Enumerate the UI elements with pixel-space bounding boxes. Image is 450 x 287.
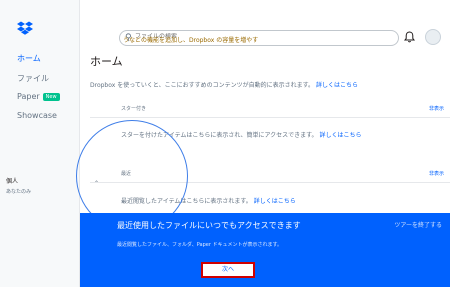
starred-section-label: スター付き (121, 106, 147, 112)
next-button[interactable]: 次へ (201, 262, 255, 278)
recent-hide-link[interactable]: 非表示 (429, 170, 444, 177)
sidebar-item-files[interactable]: ファイル (17, 73, 49, 84)
tour-panel: 最近使用したファイルにいつでもアクセスできます 最近閲覧したファイル、フォルダ、… (80, 213, 450, 287)
divider (90, 117, 450, 118)
sidebar-item-home[interactable]: ホーム (17, 53, 41, 64)
promo-text[interactable]: うなどの機能を追加し、Dropbox の容量を増やす (123, 35, 258, 44)
tour-title: 最近使用したファイルにいつでもアクセスできます (117, 221, 301, 230)
starred-details-link[interactable]: 詳しくはこちら (319, 132, 361, 139)
intro-text: Dropbox を使っていくと、ここにおすすめのコンテンツが自動的に表示されます… (90, 80, 358, 89)
sidebar-item-label: Paper (17, 92, 40, 101)
page-title: ホーム (90, 55, 123, 68)
sidebar-item-paper[interactable]: Paper New (17, 92, 60, 101)
sidebar: ホーム ファイル Paper New Showcase 個人 あなたのみ ⌃ (0, 0, 99, 287)
recent-details-link[interactable]: 詳しくはこちら (254, 198, 296, 205)
starred-hide-link[interactable]: 非表示 (429, 105, 444, 112)
details-link[interactable]: 詳しくはこちら (316, 82, 358, 89)
end-tour-link[interactable]: ツアーを終了する (394, 220, 442, 229)
new-badge: New (42, 92, 60, 101)
dropbox-logo-icon[interactable] (17, 20, 33, 36)
avatar[interactable] (425, 29, 441, 45)
intro-message: Dropbox を使っていくと、ここにおすすめのコンテンツが自動的に表示されます… (90, 82, 315, 89)
tour-body: 最近閲覧したファイル、フォルダ、Paper ドキュメントが表示されます。 (117, 242, 283, 248)
sidebar-item-showcase[interactable]: Showcase (17, 111, 57, 120)
bell-icon[interactable] (404, 31, 415, 43)
